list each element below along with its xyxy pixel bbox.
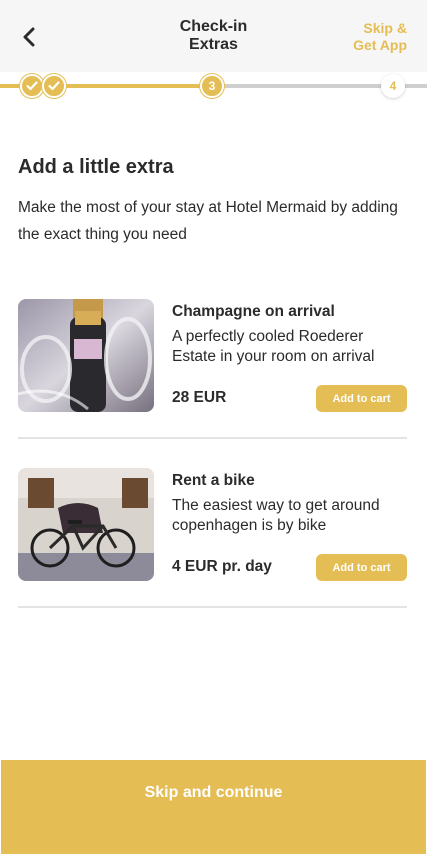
chevron-left-icon [23, 27, 35, 47]
back-button[interactable] [14, 22, 44, 52]
skip-and-continue-button[interactable]: Skip and continue [1, 760, 426, 854]
step-1-complete [20, 74, 44, 98]
extra-description-text: The easiest way to get around copenhagen… [172, 497, 380, 534]
step-3-current: 3 [200, 74, 224, 98]
step-4-upcoming: 4 [381, 74, 405, 98]
checkmark-icon [48, 81, 60, 91]
page-title: Check-in Extras [179, 18, 248, 53]
extra-price: 4 EUR pr. day [172, 558, 272, 575]
extra-price: 28 EUR [172, 389, 227, 406]
header-bar: Check-in Extras Skip & Get App [0, 0, 427, 72]
extra-description: The easiest way to get around copenhagen… [172, 496, 407, 536]
extra-name: Rent a bike [172, 472, 255, 489]
extra-name: Champagne on arrival [172, 303, 335, 320]
add-to-cart-button[interactable]: Add to cart [316, 554, 407, 581]
champagne-image [18, 299, 154, 412]
skip-get-app-link[interactable]: Skip & Get App [327, 20, 407, 54]
extra-item-champagne[interactable]: Champagne on arrival A perfectly cooled … [18, 299, 407, 439]
checkmark-icon [26, 81, 38, 91]
extra-description-text: A perfectly cooled Roederer Estate in yo… [172, 328, 375, 365]
extra-description: A perfectly cooled Roederer Estate in yo… [172, 327, 407, 367]
add-to-cart-button[interactable]: Add to cart [316, 385, 407, 412]
progress-stepper: 3 4 [0, 72, 427, 102]
extra-item-bike[interactable]: Rent a bike The easiest way to get aroun… [18, 468, 407, 608]
step-2-complete [42, 74, 66, 98]
bike-image [18, 468, 154, 581]
section-title: Add a little extra [18, 156, 174, 178]
section-description: Make the most of your stay at Hotel Merm… [18, 199, 398, 243]
